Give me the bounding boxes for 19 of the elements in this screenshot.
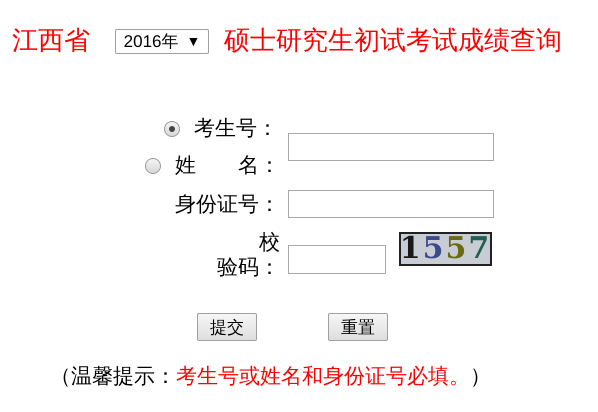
radio-button[interactable]: [145, 158, 161, 174]
hint-text: 考生号或姓名和身份证号必填。: [176, 366, 470, 387]
input-field[interactable]: [288, 190, 494, 218]
page-title: 硕士研究生初试考试成绩查询: [224, 28, 562, 54]
hint-suffix: ）: [470, 366, 491, 387]
radio-button[interactable]: [164, 120, 180, 136]
input-field[interactable]: [288, 133, 494, 161]
hint-prefix: （温馨提示：: [50, 366, 176, 387]
reset-button[interactable]: 重置: [328, 313, 388, 341]
radio-label: 考生号：: [194, 118, 278, 139]
field-label: 身份证号：: [175, 194, 280, 214]
province-title: 江西省: [12, 28, 90, 54]
year-select[interactable]: 2016年 ▼: [115, 28, 209, 54]
captcha-image: 1557: [399, 232, 492, 266]
field-label: 验码：: [217, 255, 280, 280]
field-label: 校: [259, 230, 280, 255]
radio-label: 姓 名：: [175, 155, 280, 176]
submit-button[interactable]: 提交: [197, 313, 257, 341]
captcha-input[interactable]: [288, 245, 386, 274]
